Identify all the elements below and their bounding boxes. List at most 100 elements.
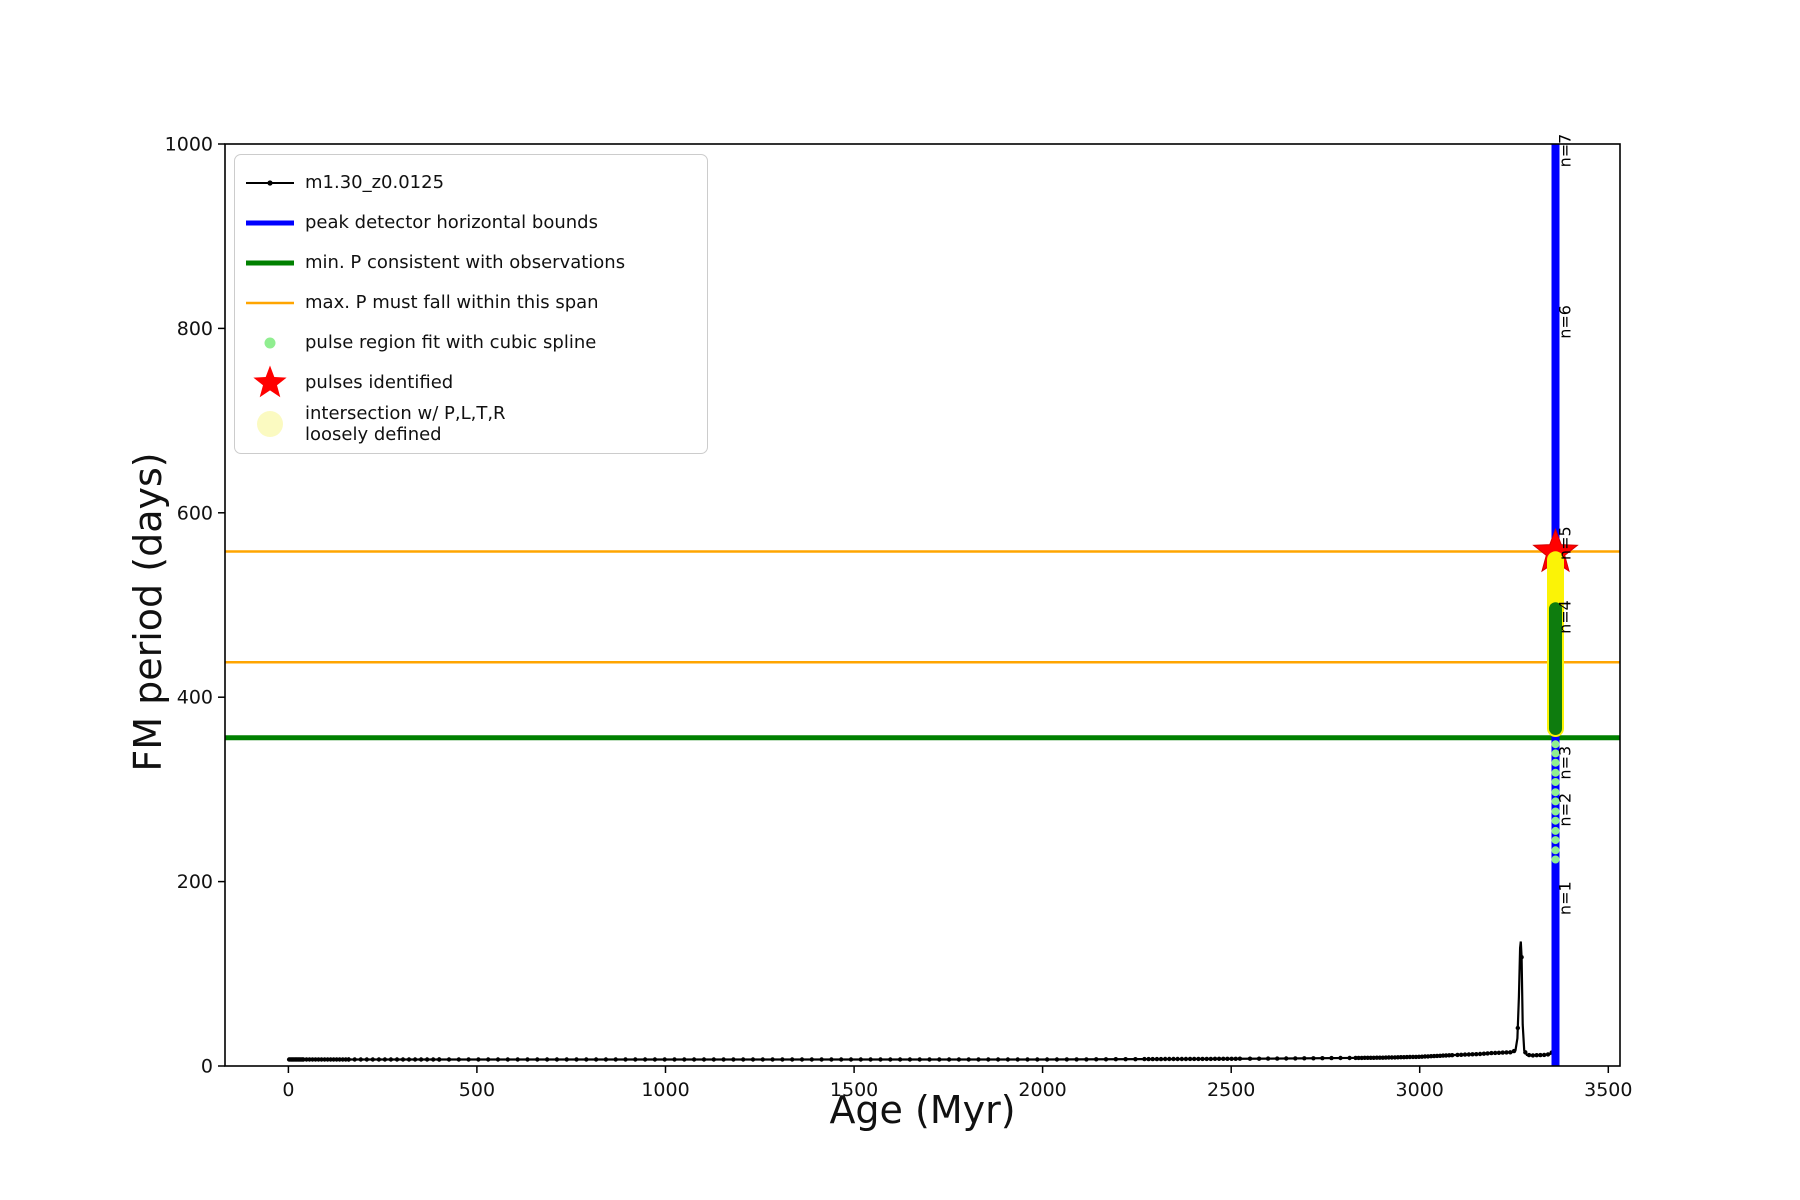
big-dot-icon	[239, 404, 301, 444]
track-marker-dot	[516, 1057, 520, 1061]
track-marker-dot	[1501, 1050, 1505, 1054]
track-marker-dot	[918, 1057, 922, 1061]
track-marker-dot	[419, 1057, 423, 1061]
legend-item: m1.30_z0.0125	[239, 163, 697, 203]
track-marker-dot	[1474, 1052, 1478, 1056]
track-marker-dot	[1523, 1050, 1527, 1054]
track-marker-dot	[1311, 1056, 1315, 1060]
track-marker-dot	[1217, 1057, 1221, 1061]
track-marker-dot	[555, 1057, 559, 1061]
track-marker-dot	[389, 1057, 393, 1061]
track-marker-dot	[383, 1057, 387, 1061]
track-marker-dot	[604, 1057, 608, 1061]
track-marker-dot	[1184, 1057, 1188, 1061]
track-marker-dot	[565, 1057, 569, 1061]
legend-item-label: pulse region fit with cubic spline	[301, 332, 596, 353]
track-markers	[287, 953, 1558, 1062]
track-marker-dot	[1074, 1057, 1078, 1061]
track-marker-dot	[898, 1057, 902, 1061]
track-marker-dot	[1006, 1057, 1010, 1061]
spline-dot	[1552, 856, 1560, 864]
track-marker-dot	[1171, 1057, 1175, 1061]
track-marker-dot	[800, 1057, 804, 1061]
legend-item-label: peak detector horizontal bounds	[301, 212, 598, 233]
track-marker-dot	[741, 1057, 745, 1061]
track-marker-dot	[839, 1057, 843, 1061]
track-marker-dot	[476, 1057, 480, 1061]
track-marker-dot	[1485, 1051, 1489, 1055]
legend-item-label: max. P must fall within this span	[301, 292, 599, 313]
legend-item: min. P consistent with observations	[239, 243, 697, 283]
track-marker-dot	[1155, 1057, 1159, 1061]
annotation-n4: n=4	[1556, 600, 1575, 634]
track-marker-dot	[1463, 1052, 1467, 1056]
track-marker-dot	[927, 1057, 931, 1061]
track-marker-dot	[1159, 1057, 1163, 1061]
line-swatch-icon	[239, 243, 301, 283]
annotation-n6: n=6	[1556, 305, 1575, 339]
track-marker-dot	[614, 1057, 618, 1061]
track-marker-dot	[731, 1057, 735, 1061]
track-marker-dot	[1320, 1056, 1324, 1060]
legend-item: pulse region fit with cubic spline	[239, 323, 697, 363]
track-marker-dot	[1200, 1057, 1204, 1061]
legend-item-label: intersection w/ P,L,T,R loosely defined	[301, 403, 506, 445]
track-marker-dot	[431, 1057, 435, 1061]
legend-item: peak detector horizontal bounds	[239, 203, 697, 243]
track-marker-dot	[986, 1057, 990, 1061]
track-marker-dot	[1213, 1057, 1217, 1061]
legend-item: pulses identified	[239, 363, 697, 403]
track-marker-dot	[1221, 1057, 1225, 1061]
figure: n=1n=2n=3n=4n=5n=6n=70500100015002000250…	[0, 0, 1800, 1200]
track-marker-dot	[1229, 1057, 1233, 1061]
track-marker-dot	[371, 1057, 375, 1061]
spline-dot	[1552, 827, 1560, 835]
track-marker-dot	[1035, 1057, 1039, 1061]
track-marker-dot	[545, 1057, 549, 1061]
track-marker-dot	[643, 1057, 647, 1061]
track-marker-dot	[1175, 1057, 1179, 1061]
track-marker-dot	[1293, 1056, 1297, 1060]
track-marker-dot	[790, 1057, 794, 1061]
track-marker-dot	[1151, 1057, 1155, 1061]
track-marker-dot	[1238, 1057, 1242, 1061]
track-line	[288, 550, 1556, 1060]
track-marker-dot	[780, 1057, 784, 1061]
legend-item-label: min. P consistent with observations	[301, 252, 625, 273]
track-marker-dot	[1065, 1057, 1069, 1061]
track-marker-dot	[1497, 1051, 1501, 1055]
track-marker-dot	[702, 1057, 706, 1061]
track-marker-dot	[574, 1057, 578, 1061]
track-marker-dot	[868, 1057, 872, 1061]
track-marker-dot	[1531, 1053, 1535, 1057]
track-marker-dot	[810, 1057, 814, 1061]
track-marker-dot	[1045, 1057, 1049, 1061]
legend-item: intersection w/ P,L,T,R loosely defined	[239, 403, 697, 445]
track-marker-dot	[377, 1057, 381, 1061]
track-marker-dot	[359, 1057, 363, 1061]
track-marker-dot	[1196, 1057, 1200, 1061]
track-marker-dot	[594, 1057, 598, 1061]
legend-item-label: m1.30_z0.0125	[301, 172, 444, 193]
track-marker-dot	[1055, 1057, 1059, 1061]
track-marker-dot	[1192, 1057, 1196, 1061]
track-marker-dot	[1114, 1057, 1118, 1061]
track-marker-dot	[1084, 1057, 1088, 1061]
track-marker-dot	[1234, 1057, 1238, 1061]
track-marker-dot	[1142, 1057, 1146, 1061]
track-marker-dot	[937, 1057, 941, 1061]
track-marker-dot	[633, 1057, 637, 1061]
track-marker-dot	[888, 1057, 892, 1061]
track-marker-dot	[976, 1057, 980, 1061]
legend-item: max. P must fall within this span	[239, 283, 697, 323]
track-marker-dot	[395, 1057, 399, 1061]
track-marker-dot	[1516, 1026, 1520, 1030]
y-tick-label: 600	[177, 502, 213, 524]
annotation-n2: n=2	[1556, 793, 1575, 827]
track-marker-dot	[1104, 1057, 1108, 1061]
track-marker-dot	[1504, 1050, 1508, 1054]
track-marker-dot	[1016, 1057, 1020, 1061]
track-marker-dot	[672, 1057, 676, 1061]
track-marker-dot	[1266, 1056, 1270, 1060]
track-marker-dot	[1167, 1057, 1171, 1061]
